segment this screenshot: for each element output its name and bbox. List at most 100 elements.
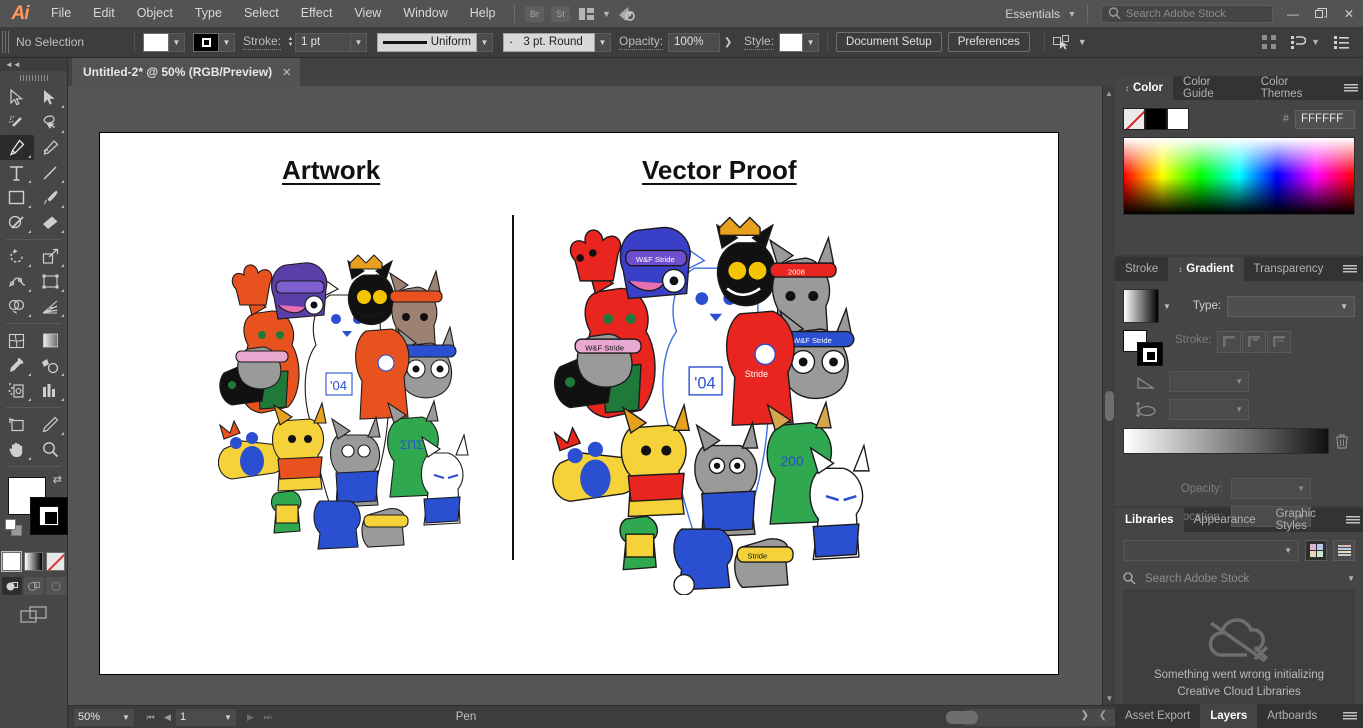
black-swatch[interactable]	[1145, 108, 1167, 130]
artboard-tool[interactable]	[0, 412, 34, 437]
gradient-type-select[interactable]: ▼	[1227, 295, 1355, 317]
symbol-sprayer-tool[interactable]	[0, 378, 34, 403]
menu-effect[interactable]: Effect	[290, 0, 344, 27]
brush-definition-control[interactable]: · 3 pt. Round ▼	[503, 32, 612, 52]
toolbar-grip[interactable]	[0, 71, 67, 85]
zoom-tool[interactable]	[34, 437, 68, 462]
toolbar-stroke-swatch[interactable]	[30, 497, 68, 535]
stroke-weight-value[interactable]: 1 pt	[295, 32, 352, 52]
gradient-fill-stroke-proxy[interactable]	[1123, 330, 1163, 366]
align-icon[interactable]	[1262, 34, 1277, 50]
arrange-documents-icon[interactable]	[574, 4, 600, 24]
paintbrush-tool[interactable]	[34, 185, 68, 210]
fill-chevron-down-icon[interactable]: ▼	[169, 32, 185, 52]
shaper-tool[interactable]	[0, 210, 34, 235]
none-swatch[interactable]	[1123, 108, 1145, 130]
artboard[interactable]: Artwork Vector Proof '04 ΣΠΣ '04 W&F Str…	[99, 132, 1059, 675]
list-view-button[interactable]	[1333, 540, 1355, 561]
grid-view-button[interactable]	[1305, 540, 1327, 561]
stroke-weight-chevron-down-icon[interactable]: ▼	[351, 32, 368, 52]
opacity-flyout-icon[interactable]: ❯	[720, 33, 736, 52]
tab-graphic-styles[interactable]: Graphic Styles	[1266, 508, 1343, 532]
stroke-along-button[interactable]	[1242, 331, 1267, 353]
toolbar-collapse-icon[interactable]: ◄◄	[0, 58, 67, 71]
eraser-tool[interactable]	[34, 210, 68, 235]
menu-type[interactable]: Type	[184, 0, 233, 27]
stock-icon[interactable]: St	[548, 4, 574, 24]
magic-wand-tool[interactable]	[0, 110, 34, 135]
vertical-scroll-thumb[interactable]	[1105, 391, 1114, 421]
stroke-across-button[interactable]	[1267, 331, 1292, 353]
horizontal-scrollbar[interactable]: ❯ ❮	[561, 706, 1363, 728]
style-swatch[interactable]	[779, 32, 804, 52]
type-tool[interactable]	[0, 160, 34, 185]
menu-view[interactable]: View	[343, 0, 392, 27]
menu-help[interactable]: Help	[459, 0, 507, 27]
color-panel-menu-icon[interactable]	[1339, 76, 1363, 100]
tab-asset-export[interactable]: Asset Export	[1115, 704, 1200, 728]
stroke-profile-chevron-down-icon[interactable]: ▼	[477, 32, 494, 52]
stroke-profile-control[interactable]: Uniform ▼	[377, 32, 494, 52]
workspace-name[interactable]: Essentials	[1005, 7, 1064, 21]
artboard-number-input[interactable]: 1	[176, 708, 220, 726]
panel-collapse-icon[interactable]: ↕	[1125, 84, 1129, 93]
status-flyout-icon[interactable]: ❯	[1081, 710, 1089, 721]
tab-transparency[interactable]: Transparency	[1244, 257, 1334, 281]
bridge-icon[interactable]: Br	[522, 4, 548, 24]
canvas-area[interactable]: Artwork Vector Proof '04 ΣΠΣ '04 W&F Str…	[68, 86, 1102, 705]
draw-normal-button[interactable]	[1, 577, 22, 595]
draw-behind-button[interactable]	[23, 577, 44, 595]
rotate-tool[interactable]	[0, 244, 34, 269]
brush-definition-value[interactable]: · 3 pt. Round	[503, 32, 596, 52]
tab-gradient[interactable]: ↕ Gradient	[1168, 257, 1244, 281]
workspace-chevron-down-icon[interactable]: ▼	[1064, 4, 1080, 24]
hex-value-input[interactable]: FFFFFF	[1295, 109, 1355, 129]
slice-tool[interactable]	[34, 412, 68, 437]
restore-button[interactable]	[1307, 0, 1335, 27]
libraries-panel-menu-icon[interactable]	[1343, 508, 1363, 532]
hand-tool[interactable]	[0, 437, 34, 462]
fill-stroke-proxy[interactable]: ⇄	[0, 471, 68, 549]
pen-tool[interactable]	[0, 135, 34, 160]
preferences-button[interactable]: Preferences	[947, 32, 1030, 52]
scale-tool[interactable]	[34, 244, 68, 269]
menu-object[interactable]: Object	[126, 0, 184, 27]
close-button[interactable]: ✕	[1335, 0, 1363, 27]
current-tool-status[interactable]: Pen	[371, 711, 561, 723]
mesh-tool[interactable]	[0, 328, 34, 353]
library-select[interactable]: ▼	[1123, 540, 1299, 561]
canvas-vertical-scrollbar[interactable]: ▲ ▼	[1102, 86, 1115, 705]
gradient-preview-swatch[interactable]	[1123, 289, 1159, 323]
transform-chevron-down-icon[interactable]: ▼	[1311, 37, 1320, 47]
tab-color[interactable]: ↕ Color	[1115, 76, 1174, 100]
next-artboard-button[interactable]: ▶	[242, 709, 259, 726]
draw-inside-button[interactable]	[45, 577, 66, 595]
select-similar-chevron-down-icon[interactable]: ▼	[1078, 37, 1087, 47]
stroke-profile-value[interactable]: Uniform	[377, 32, 478, 52]
tab-color-themes[interactable]: Color Themes	[1251, 76, 1339, 100]
zoom-level-input[interactable]: 50%	[74, 708, 118, 726]
previous-artboard-button[interactable]: ◀	[159, 709, 176, 726]
library-search-chevron-down-icon[interactable]: ▼	[1347, 574, 1355, 583]
lasso-tool[interactable]	[34, 110, 68, 135]
stroke-chevron-down-icon[interactable]: ▼	[219, 32, 235, 52]
document-tab[interactable]: Untitled-2* @ 50% (RGB/Preview) ✕	[72, 58, 301, 86]
gradient-stroke-swatch[interactable]	[1137, 342, 1163, 366]
graphic-style-control[interactable]: ▼	[779, 32, 820, 52]
panel-collapse-icon[interactable]: ↕	[1178, 265, 1182, 274]
gradient-slider[interactable]	[1123, 428, 1329, 454]
rectangle-tool[interactable]	[0, 185, 34, 210]
stock-search-input[interactable]: Search Adobe Stock	[1101, 4, 1273, 23]
width-tool[interactable]	[0, 269, 34, 294]
color-mode-button[interactable]	[1, 551, 22, 572]
first-artboard-button[interactable]: ⏮	[142, 709, 159, 726]
column-graph-tool[interactable]	[34, 378, 68, 403]
screen-mode-button[interactable]	[0, 605, 67, 625]
bottom-panel-menu-icon[interactable]	[1337, 704, 1363, 728]
stock-power-icon[interactable]	[614, 4, 640, 24]
direct-selection-tool[interactable]	[34, 85, 68, 110]
fill-swatch[interactable]	[143, 32, 169, 52]
transform-control[interactable]: ▼	[1291, 35, 1320, 50]
horizontal-scroll-thumb[interactable]	[946, 710, 978, 724]
menu-select[interactable]: Select	[233, 0, 290, 27]
